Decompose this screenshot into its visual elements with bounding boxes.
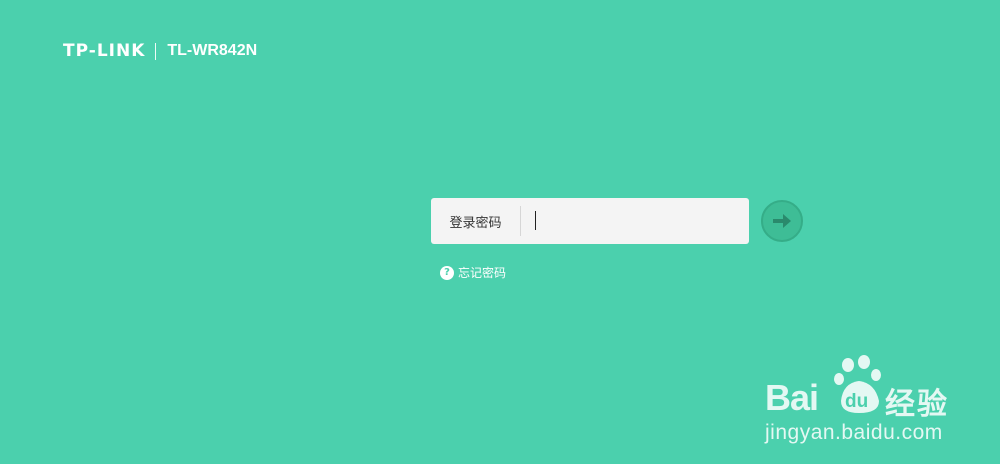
password-input[interactable]	[521, 198, 749, 244]
password-label: 登录密码	[449, 215, 502, 231]
help-icon: ?	[440, 265, 454, 280]
tp-link-logo: TP-LINK	[63, 41, 146, 61]
forgot-password-label: 忘记密码	[458, 266, 507, 280]
login-submit-button[interactable]	[761, 200, 803, 242]
watermark-jingyan: 经验	[885, 387, 949, 422]
watermark-url: jingyan.baidu.com	[765, 421, 943, 444]
brand-divider	[155, 42, 157, 60]
watermark-du: du	[845, 391, 868, 412]
baidu-jingyan-watermark: Bai du 经验 jingyan.baidu.com	[765, 355, 995, 455]
text-cursor	[535, 211, 536, 230]
paw-icon: du	[834, 355, 881, 413]
brand-header: TP-LINK TL-WR842N	[63, 41, 257, 61]
login-box: 登录密码	[431, 198, 749, 244]
forgot-password-link[interactable]: ? 忘记密码	[440, 264, 506, 281]
arrow-right-icon	[773, 214, 791, 228]
watermark-bai: Bai	[765, 377, 819, 418]
router-model: TL-WR842N	[167, 42, 258, 59]
